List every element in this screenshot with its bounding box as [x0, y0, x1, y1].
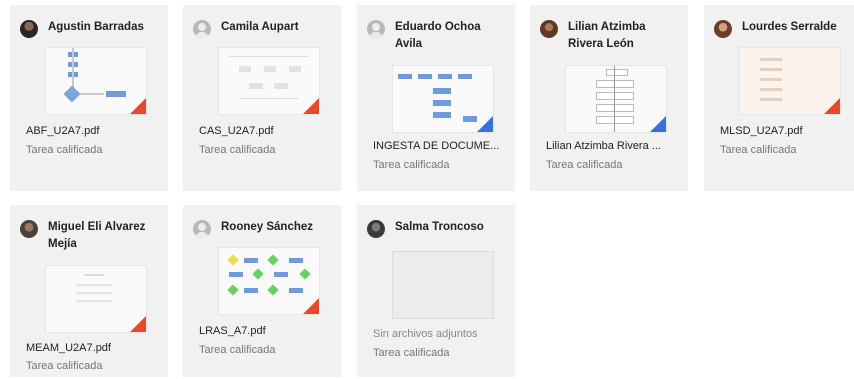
- avatar: [20, 20, 38, 38]
- file-name[interactable]: MLSD_U2A7.pdf: [720, 125, 803, 137]
- person-placeholder-icon: [367, 20, 385, 38]
- avatar: [714, 20, 732, 38]
- status-text: Tarea calificada: [26, 360, 103, 372]
- submission-card[interactable]: Lilian Atzimba Rivera León Lilian Atzimb…: [530, 5, 688, 191]
- file-name[interactable]: CAS_U2A7.pdf: [199, 125, 274, 137]
- card-header: Lourdes Serralde: [714, 19, 848, 38]
- student-name: Miguel Eli Alvarez Mejía: [48, 221, 146, 250]
- submission-card[interactable]: Eduardo Ochoa Avila INGESTA DE DOCUME...…: [357, 5, 515, 191]
- doc-corner-icon: [650, 116, 666, 132]
- file-name[interactable]: LRAS_A7.pdf: [199, 325, 266, 337]
- submission-card[interactable]: Camila Aupart CAS_U2A7.pdf Tarea calific…: [183, 5, 341, 191]
- status-text: Tarea calificada: [199, 344, 276, 356]
- submission-card[interactable]: Salma Troncoso Sin archivos adjuntos Tar…: [357, 205, 515, 377]
- submission-card[interactable]: Lourdes Serralde MLSD_U2A7.pdf Tarea cal…: [704, 5, 854, 191]
- pdf-corner-icon: [824, 98, 840, 114]
- status-text: Tarea calificada: [720, 144, 797, 156]
- avatar: [540, 20, 558, 38]
- file-name[interactable]: INGESTA DE DOCUME...: [373, 140, 499, 152]
- status-text: Tarea calificada: [373, 347, 450, 359]
- pdf-corner-icon: [303, 298, 319, 314]
- card-header: Eduardo Ochoa Avila: [367, 19, 509, 53]
- pdf-corner-icon: [130, 98, 146, 114]
- student-name: Salma Troncoso: [395, 221, 484, 233]
- file-thumbnail[interactable]: [45, 47, 147, 115]
- file-thumbnail[interactable]: [565, 65, 667, 133]
- status-text: Tarea calificada: [26, 144, 103, 156]
- card-header: Camila Aupart: [193, 19, 335, 38]
- student-name: Eduardo Ochoa Avila: [395, 21, 481, 50]
- no-attachments-text: Sin archivos adjuntos: [373, 328, 478, 340]
- student-name: Camila Aupart: [221, 21, 299, 33]
- file-name[interactable]: ABF_U2A7.pdf: [26, 125, 99, 137]
- file-name[interactable]: Lilian Atzimba Rivera ...: [546, 140, 661, 152]
- student-name: Lourdes Serralde: [742, 21, 837, 33]
- pdf-corner-icon: [130, 316, 146, 332]
- file-name[interactable]: MEAM_U2A7.pdf: [26, 342, 111, 354]
- card-header: Miguel Eli Alvarez Mejía: [20, 219, 162, 253]
- status-text: Tarea calificada: [546, 159, 623, 171]
- file-thumbnail[interactable]: [45, 265, 147, 333]
- card-header: Rooney Sánchez: [193, 219, 335, 238]
- submission-card[interactable]: Miguel Eli Alvarez Mejía MEAM_U2A7.pdf T…: [10, 205, 168, 377]
- doc-corner-icon: [477, 116, 493, 132]
- student-name: Rooney Sánchez: [221, 221, 314, 233]
- status-text: Tarea calificada: [199, 144, 276, 156]
- avatar: [367, 220, 385, 238]
- card-header: Agustin Barradas: [20, 19, 162, 38]
- file-thumbnail[interactable]: [218, 247, 320, 315]
- avatar: [20, 220, 38, 238]
- student-name: Lilian Atzimba Rivera León: [568, 21, 646, 50]
- file-thumbnail[interactable]: [739, 47, 841, 115]
- empty-thumbnail: [392, 251, 494, 319]
- submission-card[interactable]: Rooney Sánchez LRAS_A7.pdf Tarea calific…: [183, 205, 341, 377]
- status-text: Tarea calificada: [373, 159, 450, 171]
- pdf-corner-icon: [303, 98, 319, 114]
- person-placeholder-icon: [193, 220, 211, 238]
- card-header: Lilian Atzimba Rivera León: [540, 19, 682, 53]
- card-header: Salma Troncoso: [367, 219, 509, 238]
- person-placeholder-icon: [193, 20, 211, 38]
- file-thumbnail[interactable]: [218, 47, 320, 115]
- submission-card[interactable]: Agustin Barradas ABF_U2A7.pdf Tarea cali…: [10, 5, 168, 191]
- file-thumbnail[interactable]: [392, 65, 494, 133]
- student-name: Agustin Barradas: [48, 21, 144, 33]
